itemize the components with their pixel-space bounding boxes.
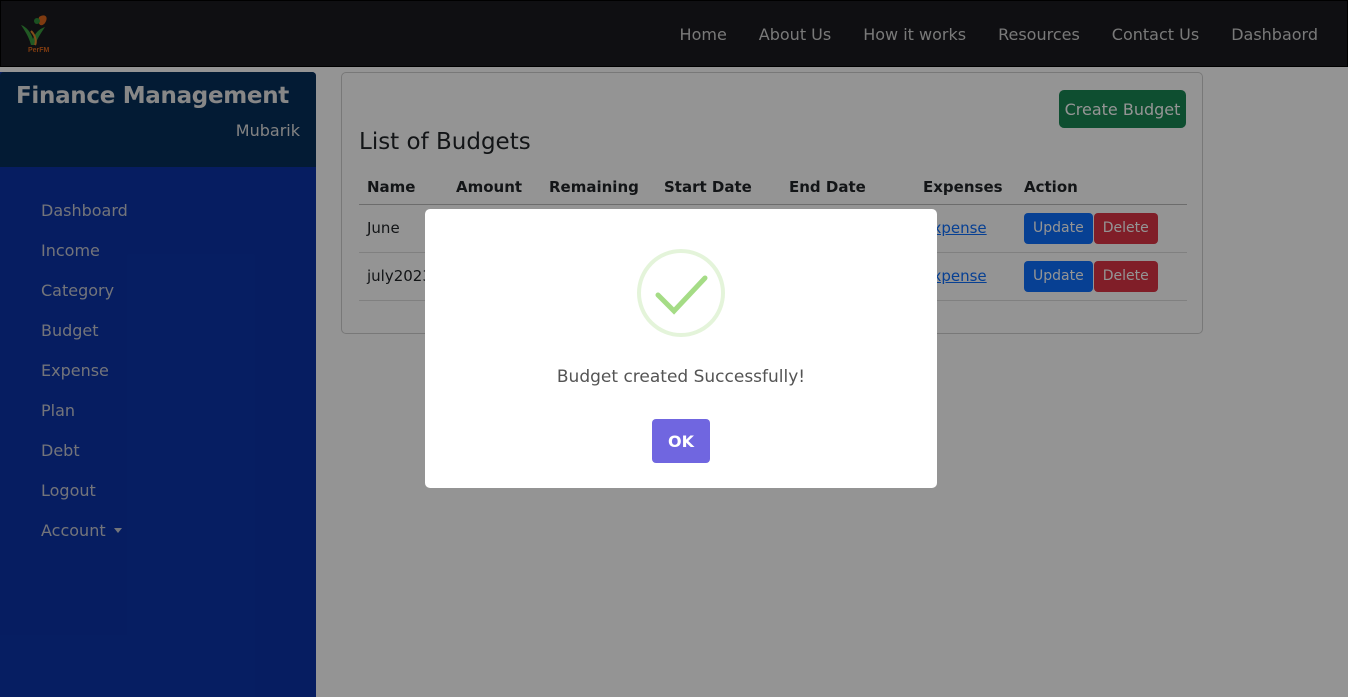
success-check-icon — [637, 249, 725, 337]
check-icon — [655, 275, 708, 315]
dialog-message: Budget created Successfully! — [556, 367, 806, 387]
ok-button[interactable]: OK — [652, 419, 710, 463]
success-dialog: Budget created Successfully! OK — [425, 209, 937, 488]
